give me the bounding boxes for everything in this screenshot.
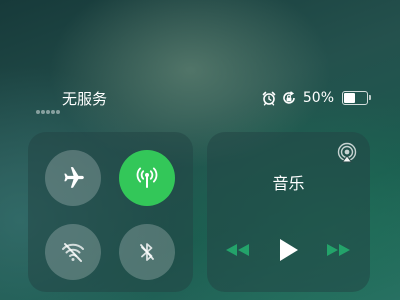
wifi-off-icon	[62, 243, 84, 262]
play-button[interactable]	[277, 236, 301, 264]
playback-controls	[207, 236, 370, 264]
rotation-lock-icon	[281, 90, 297, 106]
bluetooth-off-icon	[140, 243, 154, 261]
battery-fill	[344, 93, 355, 103]
next-track-button[interactable]	[325, 236, 353, 264]
carrier-label: 无服务	[62, 90, 108, 108]
cellular-data-toggle[interactable]	[119, 150, 175, 206]
status-bar: 无服务 50%	[0, 86, 400, 114]
wifi-toggle[interactable]	[45, 224, 101, 280]
airplane-icon	[64, 167, 84, 188]
rewind-icon	[226, 244, 249, 256]
previous-track-button[interactable]	[223, 236, 251, 264]
fast-forward-icon	[327, 244, 350, 256]
status-right-group: 50%	[261, 88, 371, 108]
signal-strength-icon	[36, 99, 61, 118]
connectivity-panel	[28, 132, 193, 292]
battery-percent: 50%	[302, 90, 334, 106]
cellular-antenna-icon	[136, 167, 158, 188]
alarm-clock-icon	[261, 90, 277, 106]
music-panel: 音乐	[207, 132, 370, 292]
bluetooth-toggle[interactable]	[119, 224, 175, 280]
play-icon	[280, 239, 298, 261]
battery-icon	[342, 91, 371, 105]
airplay-icon[interactable]	[336, 142, 358, 168]
airplane-mode-toggle[interactable]	[45, 150, 101, 206]
music-title: 音乐	[272, 174, 305, 193]
